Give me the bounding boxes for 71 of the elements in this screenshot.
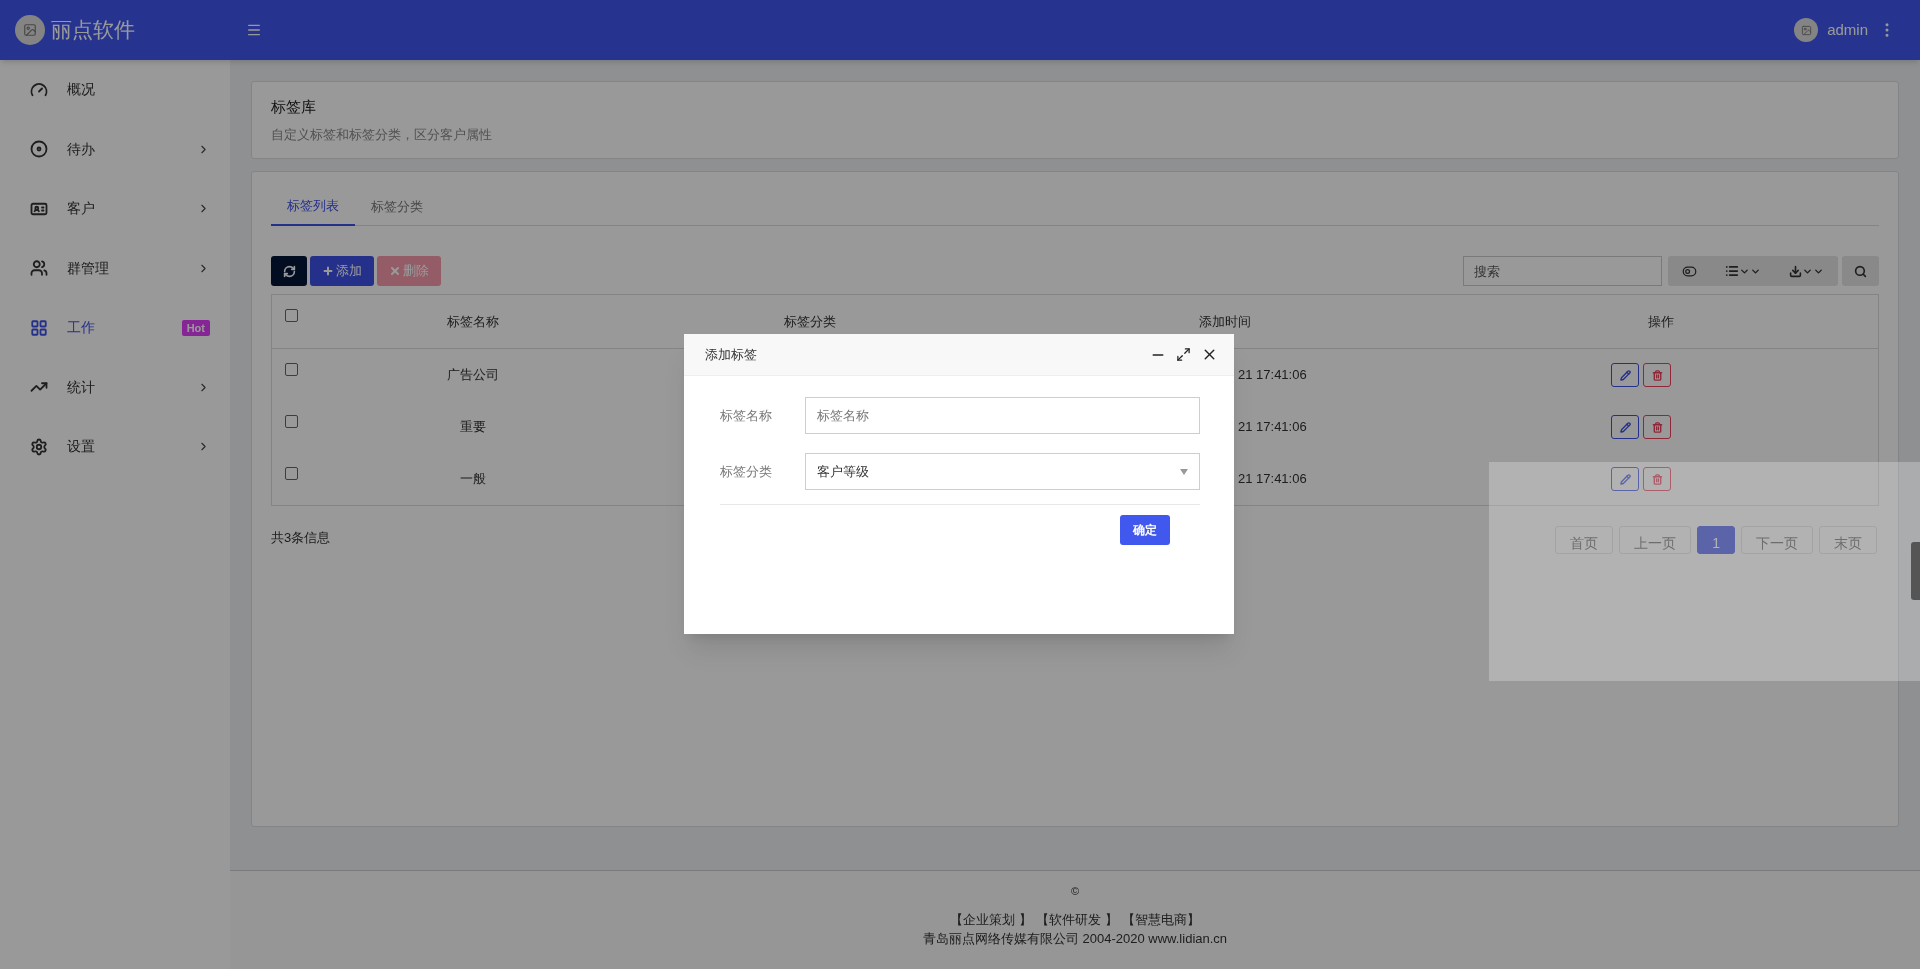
logo-icon [15, 15, 45, 45]
avatar[interactable] [1794, 18, 1819, 42]
footer-link[interactable]: 【企业策划 】 [950, 909, 1032, 929]
grid-icon [29, 318, 49, 337]
company-info: 青岛丽点网络传媒有限公司 2004-2020 www.lidian.cn [922, 930, 1228, 948]
checkbox[interactable] [285, 308, 298, 322]
sidebar-item[interactable]: 群管理 [0, 238, 230, 298]
total-count: 共3条信息 [271, 529, 331, 547]
checkbox[interactable] [285, 363, 298, 377]
disc-icon [29, 140, 49, 159]
sidebar-item[interactable]: 设置 [0, 417, 230, 477]
sidebar-item[interactable]: 统计 [0, 357, 230, 417]
trash-button[interactable] [1643, 363, 1671, 387]
pencil-icon [1619, 473, 1631, 485]
search-field[interactable]: 搜索 [1463, 256, 1662, 286]
user-name[interactable]: admin [1827, 18, 1868, 42]
pencil-icon [1619, 421, 1631, 433]
sidebar-item[interactable]: 待办 [0, 119, 230, 179]
sidebar-item[interactable]: 概况 [0, 60, 230, 120]
search-icon [1854, 264, 1867, 278]
tab[interactable]: 标签分类 [355, 188, 439, 226]
gear-icon [29, 437, 49, 456]
hot-badge: Hot [181, 319, 210, 336]
column-header: 标签分类 [784, 313, 836, 329]
tab[interactable]: 标签列表 [271, 188, 355, 226]
table-cell: 21 17:41:06 [1238, 419, 1307, 435]
side-handle[interactable] [1911, 542, 1920, 600]
table-cell: 21 17:41:06 [1238, 471, 1307, 487]
cross-icon [389, 265, 401, 277]
dropdown-caret-icon [1180, 468, 1188, 475]
footer-link[interactable]: 【智慧电商】 [1121, 909, 1200, 929]
sidebar-item[interactable]: 工作 Hot [0, 298, 230, 358]
column-header: 操作 [1648, 313, 1674, 329]
trash-icon [1651, 473, 1663, 485]
name-field[interactable]: 标签名称 [805, 397, 1200, 434]
column-header: 添加时间 [1199, 313, 1251, 329]
sidebar-item[interactable]: 客户 [0, 179, 230, 239]
category-select[interactable]: 客户等级 [805, 453, 1200, 490]
edit-button[interactable] [1611, 467, 1639, 491]
menu-icon[interactable] [246, 22, 262, 38]
confirm-button[interactable]: 确定 [1120, 515, 1170, 545]
page-subtitle: 自定义标签和标签分类，区分客户属性 [271, 125, 493, 144]
table-cell: 重要 [460, 419, 486, 435]
pencil-icon [1619, 369, 1631, 381]
column-header: 标签名称 [447, 313, 499, 329]
copyright-sign: © [1070, 884, 1080, 899]
trash-icon [1651, 421, 1663, 433]
add-button[interactable]: 添加 [310, 256, 374, 286]
brand-name: 丽点软件 [51, 17, 135, 44]
edit-button[interactable] [1611, 415, 1639, 439]
field-label: 标签名称 [720, 406, 773, 425]
checkbox[interactable] [285, 415, 298, 429]
table-cell: 一般 [460, 471, 486, 487]
refresh-icon [282, 264, 296, 278]
table-cell: 21 17:41:06 [1238, 367, 1307, 383]
trash-icon [1651, 369, 1663, 381]
table-cell: 广告公司 [447, 367, 499, 383]
trash-button[interactable] [1643, 467, 1671, 491]
users-icon [29, 259, 49, 278]
field-label: 标签分类 [720, 462, 773, 481]
checkbox[interactable] [285, 467, 298, 481]
trash-button[interactable] [1643, 415, 1671, 439]
edit-button[interactable] [1611, 363, 1639, 387]
dialog-title: 添加标签 [705, 345, 757, 364]
search-button[interactable] [1842, 256, 1879, 286]
gauge-icon [29, 80, 49, 99]
maximize-icon[interactable] [1176, 347, 1191, 362]
refresh-button[interactable] [271, 256, 307, 286]
footer-link[interactable]: 【软件研发 】 [1036, 909, 1118, 929]
plus-icon [322, 265, 334, 277]
page-title: 标签库 [271, 97, 317, 117]
